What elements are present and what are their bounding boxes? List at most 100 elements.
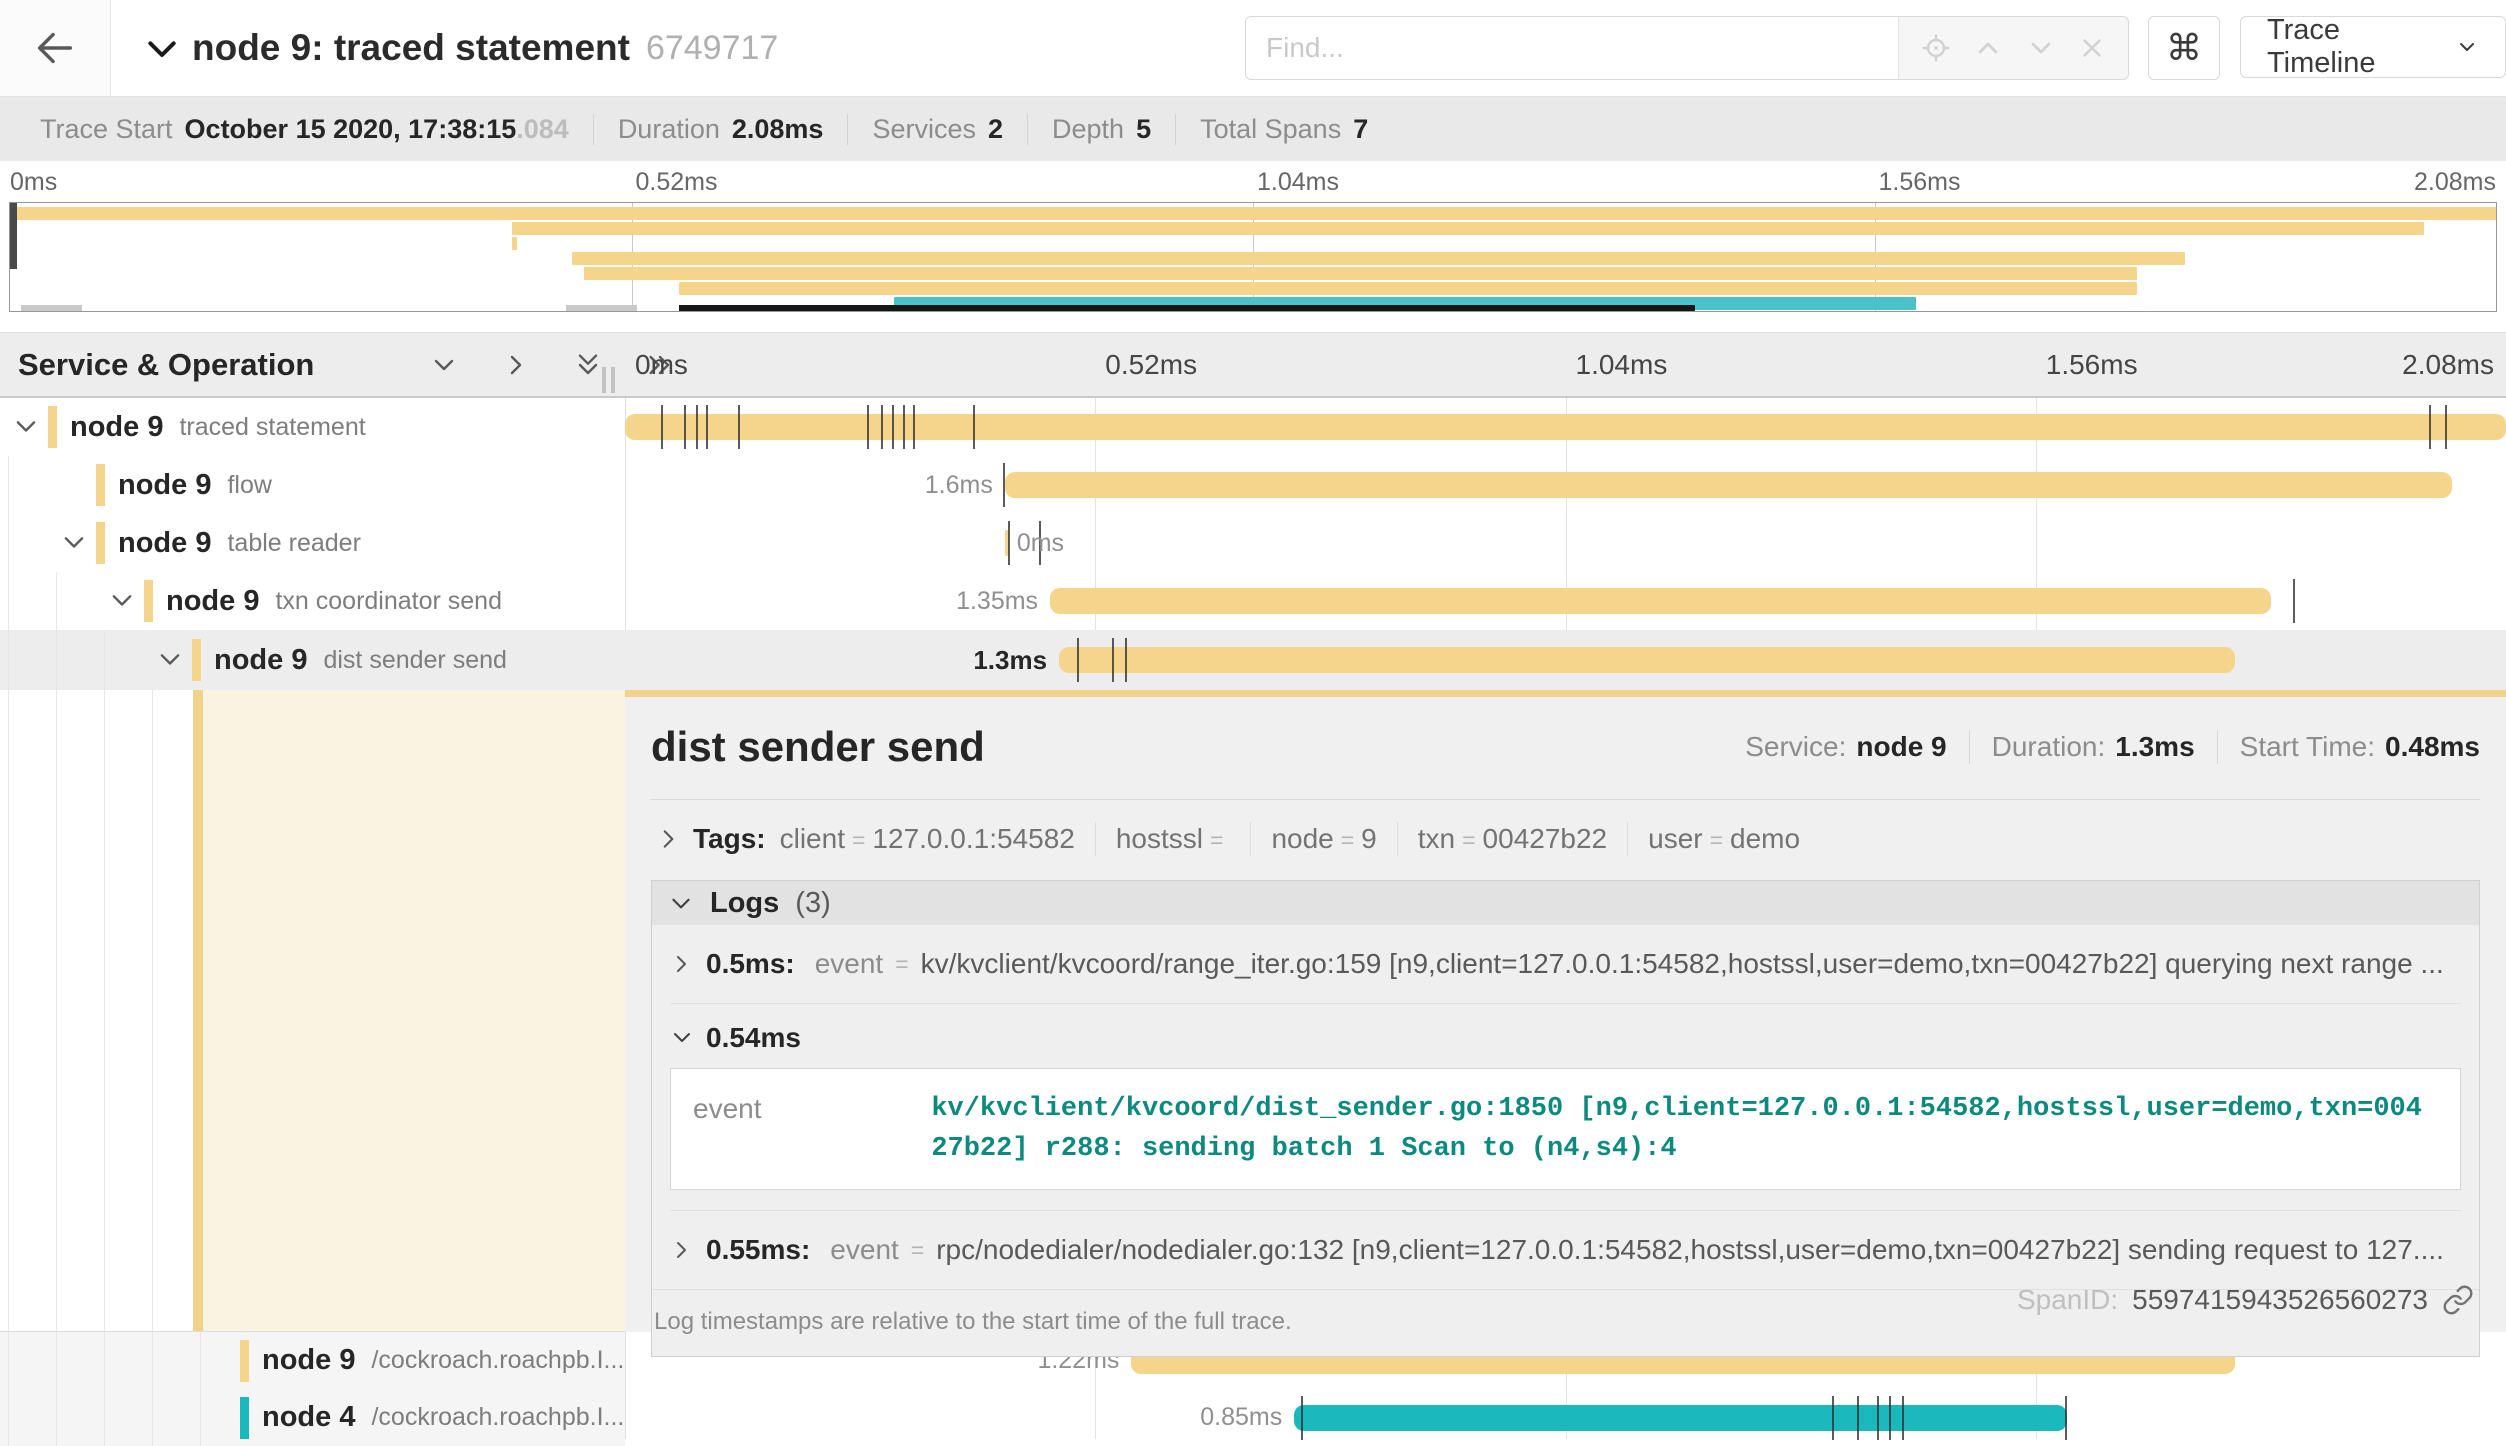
- indent-guide: [8, 1389, 9, 1446]
- span-row[interactable]: node 4/cockroach.roachpb.I... 0.85ms: [0, 1389, 2506, 1446]
- log-entry-collapsed[interactable]: 0.5ms:event=kv/kvclient/kvcoord/range_it…: [670, 925, 2461, 1003]
- trace-duration: Duration 2.08ms: [593, 114, 848, 145]
- span-bar[interactable]: [1005, 472, 2452, 498]
- log-marker: [696, 405, 698, 449]
- minimap-span: [679, 282, 2137, 295]
- log-marker: [684, 405, 686, 449]
- chevron-down-icon[interactable]: [12, 413, 40, 441]
- span-id-label: SpanID:: [2017, 1284, 2118, 1316]
- chevron-down-icon[interactable]: [108, 587, 136, 615]
- log-marker: [1008, 521, 1010, 565]
- indent-guide: [8, 1332, 9, 1389]
- trace-services: Services 2: [847, 114, 1027, 145]
- span-name: node 9dist sender send: [214, 630, 507, 690]
- trace-start: Trace Start October 15 2020, 17:38:15.08…: [16, 114, 593, 145]
- span-color-swatch: [192, 639, 201, 681]
- logs-header[interactable]: Logs (3): [652, 881, 2479, 925]
- span-bar[interactable]: [1294, 1405, 2067, 1431]
- tag-separator: [1397, 822, 1398, 856]
- chevron-down-icon[interactable]: [156, 646, 184, 674]
- span-bar[interactable]: [1050, 588, 2271, 614]
- log-marker: [1889, 1396, 1891, 1440]
- log-marker: [1003, 463, 1005, 507]
- span-row[interactable]: node 9dist sender send1.3ms: [0, 630, 2506, 690]
- find-input[interactable]: [1245, 16, 1899, 80]
- start-time-value: 0.48ms: [2385, 731, 2480, 763]
- span-name-cell[interactable]: node 9txn coordinator send: [0, 572, 625, 630]
- span-color-swatch: [144, 580, 153, 622]
- indent-guide: [104, 630, 105, 690]
- span-name: node 4/cockroach.roachpb.I...: [262, 1389, 624, 1446]
- trace-view-selector[interactable]: Trace Timeline: [2240, 16, 2506, 78]
- indent-guide: [56, 690, 57, 1332]
- log-marker: [2445, 405, 2447, 449]
- chevron-down-icon: [668, 890, 694, 916]
- span-name-cell[interactable]: node 9traced statement: [0, 398, 625, 456]
- keyboard-shortcuts-button[interactable]: ⌘: [2148, 16, 2220, 80]
- span-detail-panel: dist sender send Service: node 9 Duratio…: [625, 690, 2506, 1332]
- logs-count: (3): [795, 887, 830, 920]
- span-name-cell[interactable]: node 9table reader: [0, 514, 625, 572]
- span-duration-label: 0.85ms: [1200, 1389, 1282, 1446]
- span-bar[interactable]: [1059, 647, 2235, 673]
- span-name-cell[interactable]: node 9dist sender send: [0, 630, 625, 690]
- minimap-tick-label: 0.52ms: [636, 168, 718, 197]
- minimap-scrub-mark[interactable]: [566, 305, 638, 311]
- minimap-tick-label: 2.08ms: [2414, 168, 2496, 197]
- span-row[interactable]: node 9flow1.6ms: [0, 456, 2506, 514]
- span-row[interactable]: node 9traced statement: [0, 398, 2506, 456]
- span-name-cell[interactable]: node 4/cockroach.roachpb.I...: [0, 1389, 625, 1446]
- collapse-trace-chevron[interactable]: [142, 30, 182, 70]
- minimap-tick-label: 1.04ms: [1257, 168, 1339, 197]
- tag-pair: client=127.0.0.1:54582: [780, 823, 1075, 855]
- span-service: node 9: [214, 644, 307, 677]
- span-bar[interactable]: [625, 414, 2506, 440]
- span-detail-accent: [625, 690, 2506, 697]
- indent-guide: [8, 690, 9, 1332]
- link-icon[interactable]: [2442, 1284, 2474, 1316]
- span-duration-label: 1.35ms: [956, 572, 1038, 630]
- minimap-span: [572, 252, 2186, 265]
- span-service: node 9: [118, 469, 211, 502]
- chevron-down-icon: [142, 30, 182, 70]
- span-service: node 9: [262, 1344, 355, 1377]
- tags-row[interactable]: Tags: client=127.0.0.1:54582hostssl=node…: [655, 822, 2480, 856]
- log-marker: [973, 405, 975, 449]
- indent-guide: [8, 572, 9, 630]
- chevron-down-icon[interactable]: [60, 529, 88, 557]
- minimap-range-handle[interactable]: [10, 203, 17, 269]
- log-entry-collapsed[interactable]: 0.55ms:event=rpc/nodedialer/nodedialer.g…: [670, 1210, 2461, 1289]
- prev-result-icon[interactable]: [1972, 32, 2004, 64]
- log-marker: [2429, 405, 2431, 449]
- log-expanded-header[interactable]: 0.54ms: [670, 1012, 2461, 1064]
- span-name: node 9flow: [118, 456, 272, 514]
- log-field-value: rpc/nodedialer/nodedialer.go:132 [n9,cli…: [936, 1234, 2461, 1266]
- log-marker: [892, 405, 894, 449]
- locate-icon[interactable]: [1920, 32, 1952, 64]
- span-row[interactable]: node 9txn coordinator send 1.35ms: [0, 572, 2506, 630]
- indent-guide: [56, 572, 57, 630]
- tags-label: Tags:: [693, 823, 766, 855]
- chevron-right-icon: [670, 1238, 694, 1262]
- next-result-icon[interactable]: [2025, 32, 2057, 64]
- log-marker: [913, 405, 915, 449]
- log-timestamp: 0.5ms:: [706, 948, 795, 980]
- minimap-tick-labels: 0ms0.52ms1.04ms1.56ms2.08ms: [0, 168, 2506, 200]
- span-operation: /cockroach.roachpb.I...: [371, 1346, 624, 1375]
- back-arrow-icon: [32, 25, 78, 71]
- log-marker: [706, 405, 708, 449]
- span-name: node 9/cockroach.roachpb.I...: [262, 1332, 624, 1389]
- span-row[interactable]: node 9table reader0ms: [0, 514, 2506, 572]
- span-id-value: 5597415943526560273: [2132, 1284, 2428, 1316]
- minimap-scrub-mark[interactable]: [21, 305, 82, 311]
- clear-search-icon[interactable]: [2077, 33, 2107, 63]
- minimap-scrubber[interactable]: [679, 305, 1695, 311]
- log-timestamp: 0.55ms:: [706, 1234, 810, 1266]
- back-button[interactable]: [0, 0, 111, 96]
- span-name-cell[interactable]: node 9/cockroach.roachpb.I...: [0, 1332, 625, 1389]
- duration-label: Duration:: [1992, 731, 2106, 763]
- indent-guide: [8, 456, 9, 514]
- detail-divider: [651, 799, 2480, 800]
- span-name-cell[interactable]: node 9flow: [0, 456, 625, 514]
- minimap[interactable]: [9, 202, 2497, 312]
